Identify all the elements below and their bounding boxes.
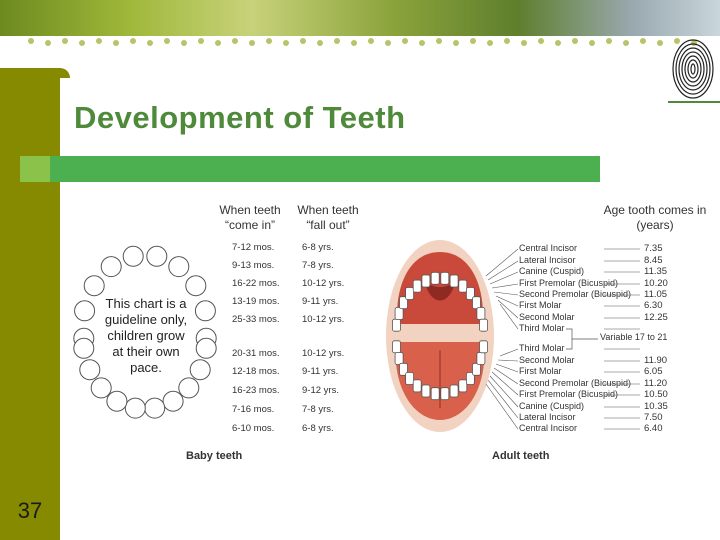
banner-dot xyxy=(28,38,34,44)
lower-come-in-1: 12-18 mos. xyxy=(232,366,280,377)
banner-dot xyxy=(334,38,340,44)
banner-dot xyxy=(266,38,272,44)
lower-fall-out-2: 9-12 yrs. xyxy=(302,385,339,396)
adult-teeth-caption: Adult teeth xyxy=(492,450,550,462)
title-underline-bar xyxy=(50,156,600,182)
banner-dot xyxy=(232,38,238,44)
lower-come-in-0: 20-31 mos. xyxy=(232,348,280,359)
banner-dot xyxy=(606,38,612,44)
header-age: Age tooth comes in (years) xyxy=(603,203,707,232)
upper-fall-out-2: 10-12 yrs. xyxy=(302,278,345,289)
banner-dot xyxy=(521,40,527,46)
upper-fall-out-3: 9-11 yrs. xyxy=(302,296,339,307)
banner-dot xyxy=(504,38,510,44)
lower-fall-out-0: 10-12 yrs. xyxy=(302,348,345,359)
header-dot-pattern xyxy=(0,36,720,66)
lower-fall-out-4: 6-8 yrs. xyxy=(302,423,334,434)
banner-dot xyxy=(453,40,459,46)
banner-dot xyxy=(623,40,629,46)
banner-dot xyxy=(368,38,374,44)
slide-title: Development of Teeth xyxy=(74,100,406,135)
lower-come-in-3: 7-16 mos. xyxy=(232,404,275,415)
upper-come-in-4: 25-33 mos. xyxy=(232,314,280,325)
lower-tooth-age-7: 6.40 xyxy=(644,423,663,434)
lower-tooth-age-5: 10.35 xyxy=(644,401,668,412)
lower-tooth-age-3: 11.20 xyxy=(644,378,668,389)
upper-tooth-age-4: 11.05 xyxy=(644,289,668,300)
upper-come-in-0: 7-12 mos. xyxy=(232,242,275,253)
sidebar-corner xyxy=(60,68,70,78)
left-sidebar xyxy=(0,68,60,540)
banner-dot xyxy=(283,40,289,46)
lower-tooth-age-1: 11.90 xyxy=(644,355,668,366)
guideline-note: This chart is a guideline only, children… xyxy=(104,296,188,375)
header-come-in: When teeth “come in” xyxy=(219,203,281,232)
page-number: 37 xyxy=(17,498,43,523)
banner-dot xyxy=(79,40,85,46)
banner-dot xyxy=(317,40,323,46)
banner-dot xyxy=(572,38,578,44)
banner-dot xyxy=(589,40,595,46)
lower-fall-out-1: 9-11 yrs. xyxy=(302,366,339,377)
header-banner xyxy=(0,0,720,36)
banner-dot xyxy=(555,40,561,46)
banner-dot xyxy=(198,38,204,44)
lower-tooth-age-4: 10.50 xyxy=(644,389,668,400)
lower-fall-out-3: 7-8 yrs. xyxy=(302,404,334,415)
upper-tooth-age-1: 8.45 xyxy=(644,255,663,266)
banner-dot xyxy=(657,40,663,46)
banner-dot xyxy=(470,38,476,44)
lower-tooth-age-6: 7.50 xyxy=(644,412,663,423)
accent-square xyxy=(20,156,50,182)
fingerprint-icon xyxy=(672,39,714,99)
banner-dot xyxy=(45,40,51,46)
upper-come-in-3: 13-19 mos. xyxy=(232,296,280,307)
baby-teeth-caption: Baby teeth xyxy=(186,450,243,462)
upper-fall-out-0: 6-8 yrs. xyxy=(302,242,334,253)
banner-dot xyxy=(487,40,493,46)
banner-dot xyxy=(351,40,357,46)
lower-come-in-4: 6-10 mos. xyxy=(232,423,275,434)
lower-tooth-age-2: 6.05 xyxy=(644,366,663,377)
banner-dot xyxy=(96,38,102,44)
banner-dot xyxy=(419,40,425,46)
banner-dot xyxy=(62,38,68,44)
banner-dot xyxy=(538,38,544,44)
header-fall-out: When teeth “fall out” xyxy=(297,203,359,232)
banner-dot xyxy=(436,38,442,44)
third-molar-variable-label: Variable 17 to 21 xyxy=(600,332,668,342)
upper-tooth-age-6: 12.25 xyxy=(644,312,668,323)
upper-fall-out-4: 10-12 yrs. xyxy=(302,314,345,325)
upper-tooth-age-5: 6.30 xyxy=(644,300,663,311)
banner-dot xyxy=(640,38,646,44)
upper-fall-out-1: 7-8 yrs. xyxy=(302,260,334,271)
banner-dot xyxy=(300,38,306,44)
banner-dot xyxy=(164,38,170,44)
banner-dot xyxy=(249,40,255,46)
banner-dot xyxy=(402,38,408,44)
banner-dot xyxy=(215,40,221,46)
banner-dot xyxy=(130,38,136,44)
upper-come-in-2: 16-22 mos. xyxy=(232,278,280,289)
upper-tooth-age-0: 7.35 xyxy=(644,243,663,254)
fingerprint-underline xyxy=(668,101,720,103)
lower-come-in-2: 16-23 mos. xyxy=(232,385,280,396)
banner-dot xyxy=(385,40,391,46)
upper-tooth-age-3: 10.20 xyxy=(644,278,668,289)
banner-dot xyxy=(113,40,119,46)
upper-tooth-age-2: 11.35 xyxy=(644,266,668,277)
banner-dot xyxy=(147,40,153,46)
banner-dot xyxy=(181,40,187,46)
upper-come-in-1: 9-13 mos. xyxy=(232,260,275,271)
